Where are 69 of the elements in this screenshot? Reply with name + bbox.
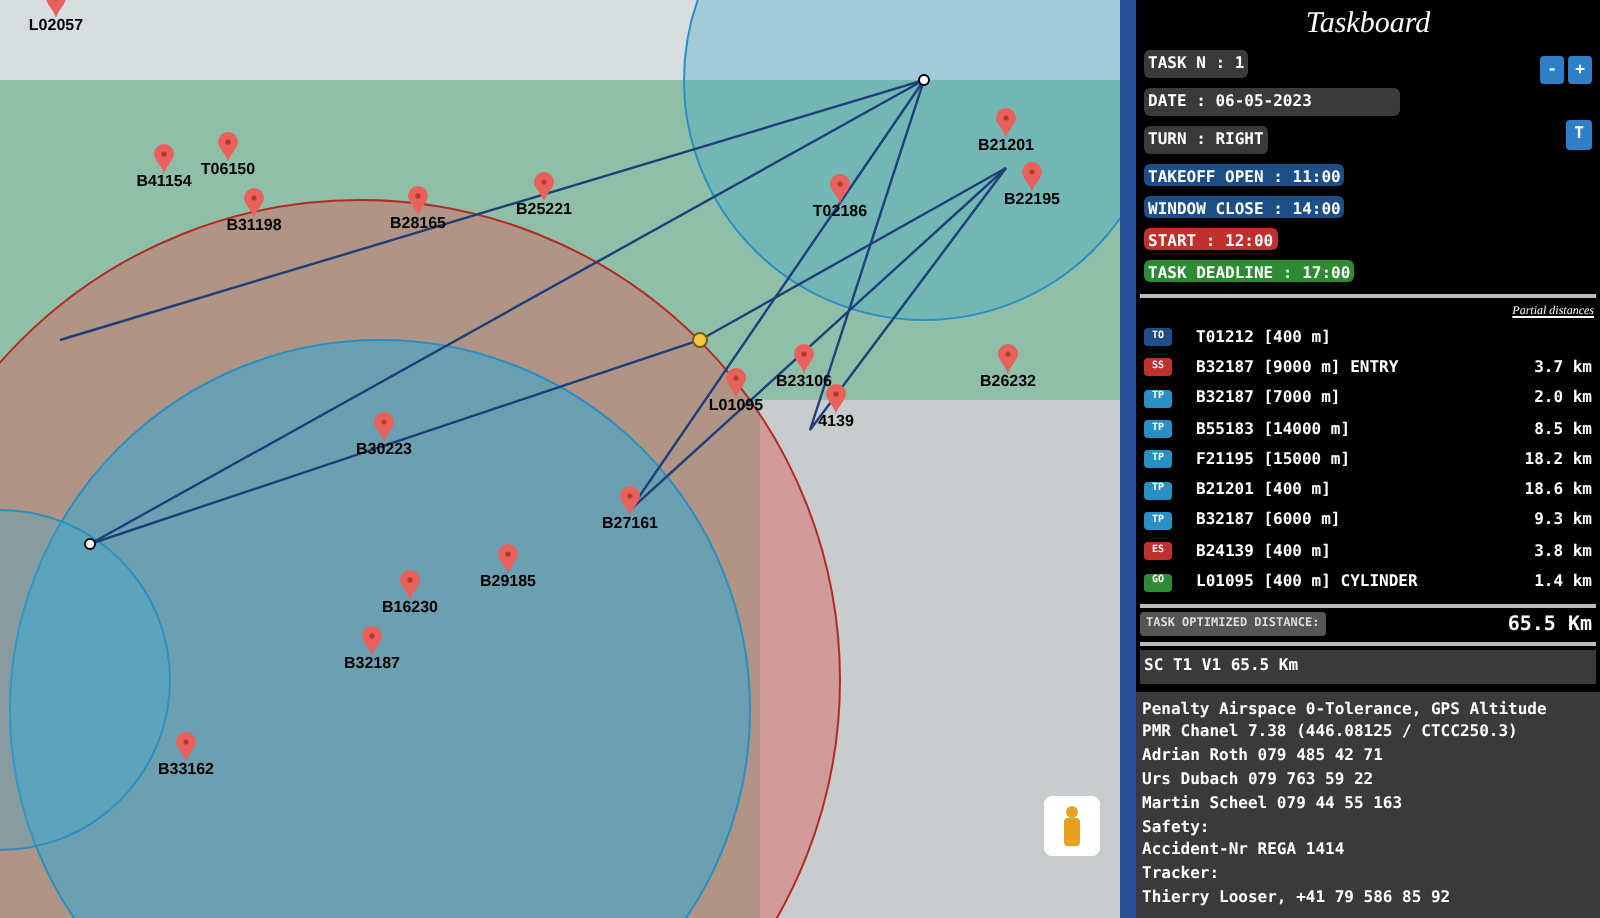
- waypoint-label: B26232: [979, 374, 1037, 390]
- partial-distance: 3.7 km: [1534, 355, 1592, 380]
- map-pin-icon[interactable]: [826, 384, 846, 414]
- map-pin-icon[interactable]: [154, 144, 174, 174]
- turnpoint-name: T01212 [400 m]: [1196, 325, 1331, 350]
- turnpoint-name: B55183 [14000 m]: [1196, 417, 1351, 442]
- date-label: DATE : 06-05-2023: [1144, 88, 1400, 116]
- turnpoint-name: B21201 [400 m]: [1196, 478, 1331, 503]
- taskboard-title: Taskboard: [1303, 6, 1433, 44]
- comment-field[interactable]: SC T1 V1 65.5 Km: [1140, 649, 1596, 684]
- map-pin-icon[interactable]: [726, 368, 746, 398]
- partial-distance: 1.4 km: [1534, 570, 1592, 595]
- waypoint-label: 4139: [818, 414, 854, 430]
- map-pin-icon[interactable]: [1022, 162, 1042, 192]
- turn-label: TURN : RIGHT: [1144, 126, 1268, 154]
- partial-distance: 8.5 km: [1534, 417, 1592, 442]
- turnpoint-name: B32187 [6000 m]: [1196, 508, 1341, 533]
- map-pin-icon[interactable]: [534, 172, 554, 202]
- person-icon: [1062, 806, 1082, 846]
- task-step-button[interactable]: -: [1540, 56, 1564, 84]
- time-badge: WINDOW CLOSE : 14:00: [1144, 196, 1345, 218]
- partial-distance: 9.3 km: [1534, 508, 1592, 533]
- notes-line: Thierry Looser, +41 79 586 85 92: [1142, 886, 1453, 910]
- map-pin-icon[interactable]: [998, 344, 1018, 374]
- waypoint-label: B16230: [381, 600, 439, 616]
- turnpoint-name: L01095 [400 m] CYLINDER: [1196, 570, 1418, 595]
- map-pin-icon[interactable]: [244, 188, 264, 218]
- waypoint-label: B31198: [226, 218, 282, 234]
- waypoint-label: B25221: [515, 202, 573, 218]
- optimized-distance: 65.5 Km: [1507, 611, 1594, 640]
- turnpoint-name: F21195 [15000 m]: [1196, 447, 1351, 472]
- turn-button[interactable]: T: [1566, 119, 1592, 149]
- notes-line: Adrian Roth 079 485 42 71: [1142, 744, 1385, 769]
- partial-distance: 18.6 km: [1524, 478, 1592, 503]
- notes-line: Accident-Nr REGA 1414: [1142, 838, 1347, 863]
- waypoint-label: B21201: [977, 138, 1035, 154]
- time-badge: START : 12:00: [1144, 228, 1278, 250]
- turnpoint-name: B32187 [9000 m] ENTRY: [1196, 355, 1399, 380]
- partial-distance: 18.2 km: [1524, 447, 1592, 472]
- waypoint-label: B29185: [479, 574, 537, 590]
- waypoint-label: B33162: [157, 762, 215, 778]
- notes-line: Urs Dubach 079 763 59 22: [1142, 768, 1376, 792]
- time-badge: TAKEOFF OPEN : 11:00: [1144, 164, 1345, 186]
- map-pin-icon[interactable]: [408, 186, 428, 216]
- partial-distance: 3.8 km: [1534, 539, 1592, 564]
- notes-line: Safety:: [1142, 815, 1212, 839]
- map-pin-icon[interactable]: [996, 108, 1016, 138]
- turnpoint-name: B32187 [7000 m]: [1196, 386, 1341, 411]
- partial-distance: 2.0 km: [1534, 386, 1592, 411]
- waypoint-label: B30223: [355, 442, 413, 458]
- waypoint-label: B28165: [389, 216, 447, 232]
- turnpoint-name: B24139 [400 m]: [1196, 539, 1331, 564]
- map-pin-icon[interactable]: [794, 344, 814, 374]
- street-view-button[interactable]: [1044, 796, 1100, 856]
- task-number-label: TASK N : 1: [1144, 50, 1249, 78]
- map-pin-icon[interactable]: [830, 174, 850, 204]
- notes-line: PMR Chanel 7.38 (446.08125 / CTCC250.3): [1142, 720, 1520, 745]
- waypoint-label: B27161: [601, 516, 659, 532]
- waypoint-label: B41154: [136, 174, 192, 190]
- notes-line: Tracker:: [1142, 862, 1222, 887]
- notes-line: Penalty Airspace 0-Tolerance, GPS Altitude: [1142, 697, 1549, 721]
- notes-line: Martin Scheel 079 44 55 163: [1142, 791, 1405, 816]
- waypoint-label: B22195: [1003, 192, 1061, 208]
- map-pin-icon[interactable]: [218, 132, 238, 162]
- time-badge: TASK DEADLINE : 17:00: [1144, 260, 1355, 282]
- waypoint-label: L02057: [28, 18, 84, 34]
- waypoint-label: T06150: [200, 162, 256, 178]
- waypoint-label: B32187: [343, 656, 401, 672]
- task-step-button[interactable]: +: [1568, 56, 1592, 84]
